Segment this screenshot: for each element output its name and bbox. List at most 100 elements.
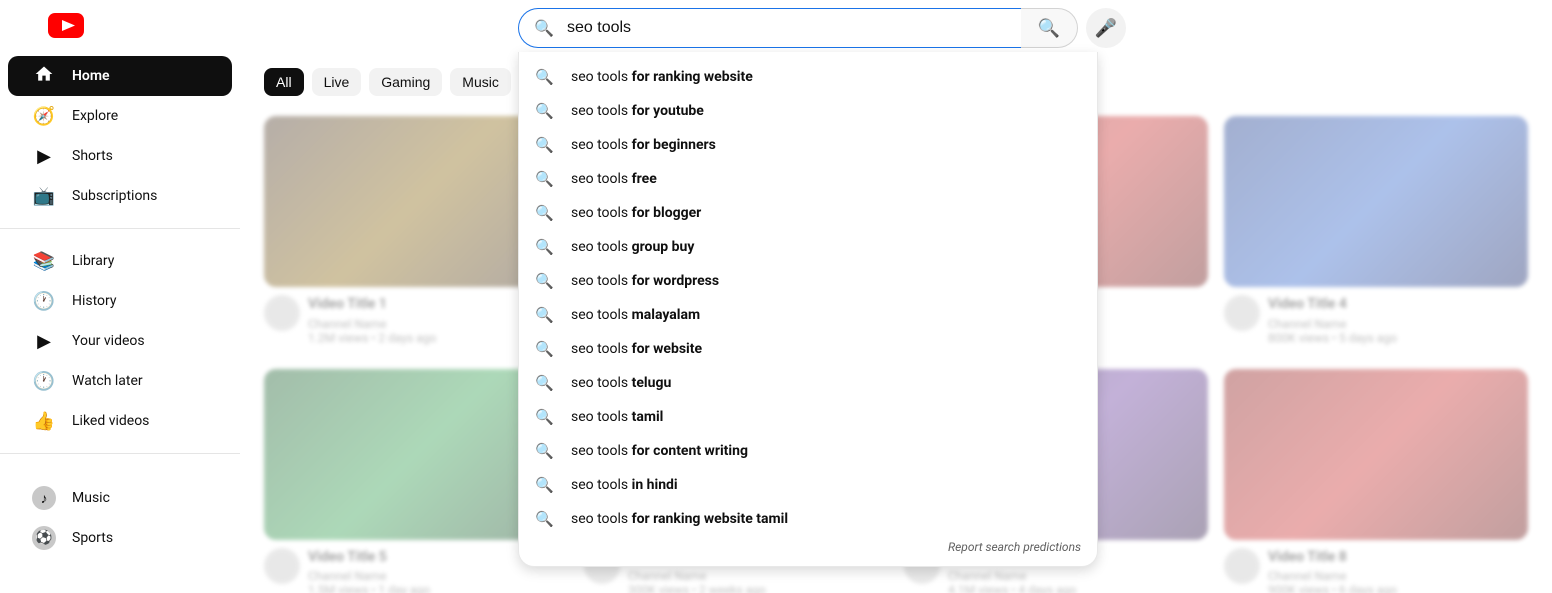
history-icon: 🕐 — [32, 291, 56, 312]
video-card[interactable]: Video Title 4 Channel Name 800K views • … — [1224, 116, 1528, 353]
video-thumbnail — [1224, 116, 1528, 287]
channel-name: Channel Name — [1268, 569, 1528, 583]
video-title: Video Title 4 — [1268, 295, 1528, 315]
hamburger-menu[interactable] — [16, 20, 32, 36]
sidebar-item-label: History — [72, 293, 117, 309]
channel-avatar — [1224, 548, 1260, 584]
explore-icon: 🧭 — [32, 106, 56, 127]
autocomplete-item[interactable]: 🔍 seo tools for beginners — [519, 128, 1097, 162]
video-thumbnail — [1224, 369, 1528, 540]
search-bar-container: 🔍 🔍 🔍 seo tools for ranking website 🔍 se… — [518, 8, 1078, 48]
autocomplete-item-text: seo tools for blogger — [571, 205, 1081, 221]
header: 🔍 🔍 🔍 seo tools for ranking website 🔍 se… — [0, 0, 1552, 56]
sidebar-item-label: Liked videos — [72, 413, 149, 429]
report-predictions-link[interactable]: Report search predictions — [519, 536, 1097, 562]
video-title: Video Title 8 — [1268, 548, 1528, 568]
autocomplete-item[interactable]: 🔍 seo tools telugu — [519, 366, 1097, 400]
channel-name: Channel Name — [628, 569, 888, 583]
sidebar-item-explore[interactable]: 🧭Explore — [8, 96, 232, 136]
autocomplete-search-icon: 🔍 — [535, 442, 555, 460]
sidebar-item-subscriptions[interactable]: 📺 Subscriptions — [8, 176, 232, 216]
autocomplete-search-icon: 🔍 — [535, 476, 555, 494]
youtube-logo[interactable] — [48, 12, 92, 45]
autocomplete-item[interactable]: 🔍 seo tools tamil — [519, 400, 1097, 434]
filter-chip-gaming[interactable]: Gaming — [369, 68, 442, 96]
autocomplete-item[interactable]: 🔍 seo tools for blogger — [519, 196, 1097, 230]
subscriptions-section-title — [0, 466, 240, 478]
sidebar-item-home[interactable]: Home — [8, 56, 232, 96]
liked-videos-icon: 👍 — [32, 411, 56, 432]
autocomplete-search-icon: 🔍 — [535, 170, 555, 188]
video-stats: 300K views • 2 weeks ago — [628, 583, 888, 593]
autocomplete-search-icon: 🔍 — [535, 306, 555, 324]
sidebar-item-label: Home — [72, 68, 110, 84]
channel-avatar — [264, 295, 300, 331]
watch-later-icon: 🕐 — [32, 371, 56, 392]
autocomplete-item[interactable]: 🔍 seo tools for wordpress — [519, 264, 1097, 298]
autocomplete-item-text: seo tools tamil — [571, 409, 1081, 425]
autocomplete-item-text: seo tools malayalam — [571, 307, 1081, 323]
autocomplete-item[interactable]: 🔍 seo tools in hindi — [519, 468, 1097, 502]
video-info: Video Title 4 Channel Name 800K views • … — [1224, 287, 1528, 353]
sports-avatar: ⚽ — [32, 526, 56, 550]
channel-avatar — [1224, 295, 1260, 331]
sidebar-item-your-videos[interactable]: ▶ Your videos — [8, 321, 232, 361]
sidebar-item-label: Library — [72, 253, 114, 269]
sidebar-item-sports[interactable]: ⚽ Sports — [8, 518, 232, 558]
search-clear-button[interactable] — [1038, 8, 1078, 48]
autocomplete-item[interactable]: 🔍 seo tools malayalam — [519, 298, 1097, 332]
sidebar-item-liked-videos[interactable]: 👍 Liked videos — [8, 401, 232, 441]
autocomplete-search-icon: 🔍 — [535, 68, 555, 86]
autocomplete-item[interactable]: 🔍 seo tools for website — [519, 332, 1097, 366]
autocomplete-item[interactable]: 🔍 seo tools for youtube — [519, 94, 1097, 128]
filter-chip-music[interactable]: Music — [450, 68, 511, 96]
sidebar-item-history[interactable]: 🕐 History — [8, 281, 232, 321]
autocomplete-item[interactable]: 🔍 seo tools group buy — [519, 230, 1097, 264]
autocomplete-item[interactable]: 🔍 seo tools for ranking website tamil — [519, 502, 1097, 536]
autocomplete-item[interactable]: 🔍 seo tools for content writing — [519, 434, 1097, 468]
search-input[interactable] — [518, 8, 1021, 48]
sidebar-item-label: Shorts — [72, 148, 113, 164]
search-input-icon: 🔍 — [534, 19, 554, 38]
sidebar-divider-2 — [0, 453, 240, 454]
voice-search-button[interactable]: 🎤 — [1086, 8, 1126, 48]
autocomplete-item-text: seo tools for beginners — [571, 137, 1081, 153]
shorts-icon: ▶ — [32, 146, 56, 167]
sidebar-divider-1 — [0, 228, 240, 229]
sidebar-library-nav: 📚Library 🕐 History ▶ Your videos 🕐Watch later… — [0, 241, 240, 441]
autocomplete-item[interactable]: 🔍 seo tools free — [519, 162, 1097, 196]
sidebar-item-library[interactable]: 📚Library — [8, 241, 232, 281]
channel-name: Channel Name — [1268, 317, 1528, 331]
autocomplete-item-text: seo tools free — [571, 171, 1081, 187]
sidebar-item-watch-later[interactable]: 🕐Watch later — [8, 361, 232, 401]
autocomplete-search-icon: 🔍 — [535, 102, 555, 120]
channel-avatar — [264, 548, 300, 584]
sidebar-item-label: Subscriptions — [72, 188, 157, 204]
subscriptions-icon: 📺 — [32, 186, 56, 207]
autocomplete-item-text: seo tools for website — [571, 341, 1081, 357]
mic-icon: 🎤 — [1095, 18, 1117, 39]
filter-chip-live[interactable]: Live — [312, 68, 362, 96]
autocomplete-search-icon: 🔍 — [535, 272, 555, 290]
sidebar-subscriptions-nav: ♪ Music ⚽ Sports — [0, 478, 240, 558]
your-videos-icon: ▶ — [32, 331, 56, 352]
video-meta: Video Title 8 Channel Name 900K views • … — [1268, 548, 1528, 593]
sidebar-item-label: Sports — [72, 530, 113, 546]
sidebar-item-label: Music — [72, 490, 110, 506]
music-avatar: ♪ — [32, 486, 56, 510]
autocomplete-item[interactable]: 🔍 seo tools for ranking website — [519, 60, 1097, 94]
autocomplete-item-text: seo tools for ranking website tamil — [571, 511, 1081, 527]
autocomplete-item-text: seo tools group buy — [571, 239, 1081, 255]
autocomplete-search-icon: 🔍 — [535, 136, 555, 154]
sidebar-item-shorts[interactable]: ▶ Shorts — [8, 136, 232, 176]
autocomplete-search-icon: 🔍 — [535, 204, 555, 222]
autocomplete-search-icon: 🔍 — [535, 340, 555, 358]
thumbnail-image — [1224, 116, 1528, 287]
autocomplete-item-text: seo tools for content writing — [571, 443, 1081, 459]
video-card[interactable]: Video Title 8 Channel Name 900K views • … — [1224, 369, 1528, 593]
filter-chip-all[interactable]: All — [264, 68, 304, 96]
sidebar-item-label: Your videos — [72, 333, 145, 349]
autocomplete-search-icon: 🔍 — [535, 238, 555, 256]
sidebar-item-music[interactable]: ♪ Music — [8, 478, 232, 518]
thumbnail-image — [1224, 369, 1528, 540]
